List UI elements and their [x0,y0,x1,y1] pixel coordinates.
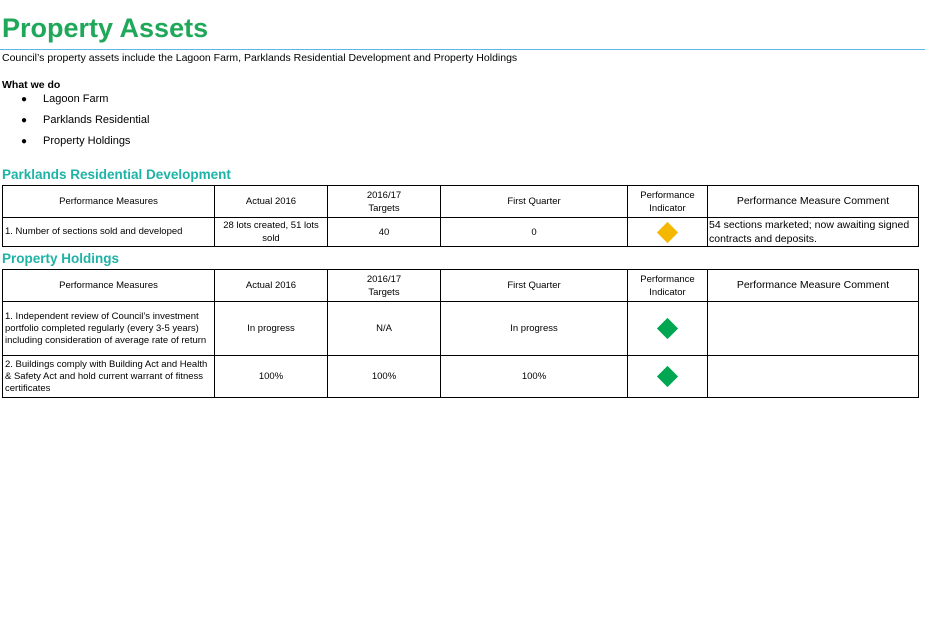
header-indicator: Performance Indicator [627,185,708,218]
header-measures: Performance Measures [2,269,215,302]
indicator-cell [627,355,708,398]
intro-text: Council’s property assets include the La… [2,52,518,64]
green-diamond-icon [656,317,679,340]
table-row: 2. Buildings comply with Building Act an… [2,355,919,398]
header-targets-line1: 2016/17 [366,273,402,285]
section-heading-parklands: Parklands Residential Development [2,167,231,182]
comment-cell: 54 sections marketed; now awaiting signe… [707,217,919,247]
comment-cell [707,301,919,356]
header-targets-line2: Targets [368,286,400,298]
header-actual: Actual 2016 [214,269,328,302]
amber-diamond-icon [656,221,679,243]
measure-cell: 1. Independent review of Council’s inves… [2,301,215,356]
header-indicator: Performance Indicator [627,269,708,302]
actual-cell: 100% [214,355,328,398]
list-item-label: Lagoon Farm [43,93,109,105]
quarter-cell: 100% [440,355,628,398]
header-targets-line1: 2016/17 [366,189,402,201]
what-we-do-heading: What we do [2,79,61,91]
table-row: 1. Number of sections sold and developed… [2,217,919,247]
quarter-cell: 0 [440,217,628,247]
header-comment: Performance Measure Comment [707,185,919,218]
parklands-performance-table: Performance Measures Actual 2016 2016/17… [2,185,919,247]
header-indicator-line1: Performance [640,189,695,201]
table-header-row: Performance Measures Actual 2016 2016/17… [2,185,919,218]
table-row: 1. Independent review of Council’s inves… [2,301,919,356]
header-measures: Performance Measures [2,185,215,218]
indicator-cell [627,301,708,356]
section-heading-property-holdings: Property Holdings [2,251,120,266]
comment-cell [707,355,919,398]
header-comment: Performance Measure Comment [707,269,919,302]
header-indicator-line1: Performance [640,273,695,285]
header-actual: Actual 2016 [214,185,328,218]
target-cell: N/A [327,301,441,356]
actual-cell: 28 lots created, 51 lots sold [214,217,328,247]
header-quarter: First Quarter [440,185,628,218]
bullet-icon: ● [21,136,28,147]
actual-cell: In progress [214,301,328,356]
title-underline [0,49,925,50]
measure-cell: 1. Number of sections sold and developed [2,217,215,247]
list-item-label: Property Holdings [43,135,131,147]
bullet-icon: ● [21,94,28,105]
list-item-label: Parklands Residential [43,114,150,126]
header-indicator-line2: Indicator [649,286,686,298]
green-diamond-icon [656,365,679,388]
header-targets: 2016/17 Targets [327,185,441,218]
indicator-cell [627,217,708,247]
bullet-icon: ● [21,115,28,126]
measure-cell: 2. Buildings comply with Building Act an… [2,355,215,398]
header-targets: 2016/17 Targets [327,269,441,302]
page-title: Property Assets [2,13,209,43]
target-cell: 40 [327,217,441,247]
header-targets-line2: Targets [368,202,400,214]
table-header-row: Performance Measures Actual 2016 2016/17… [2,269,919,302]
quarter-cell: In progress [440,301,628,356]
header-quarter: First Quarter [440,269,628,302]
header-indicator-line2: Indicator [649,202,686,214]
target-cell: 100% [327,355,441,398]
property-holdings-performance-table: Performance Measures Actual 2016 2016/17… [2,269,919,398]
